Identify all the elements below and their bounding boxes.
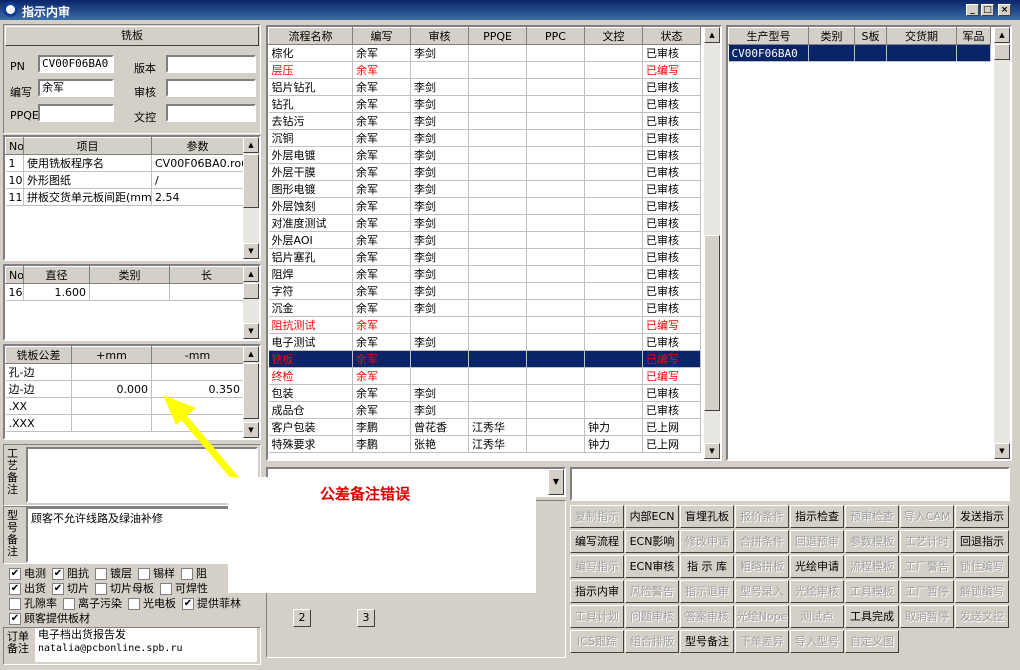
annotation-box: 公差备注错误 bbox=[228, 477, 536, 593]
annotation-text: 公差备注错误 bbox=[320, 485, 411, 503]
